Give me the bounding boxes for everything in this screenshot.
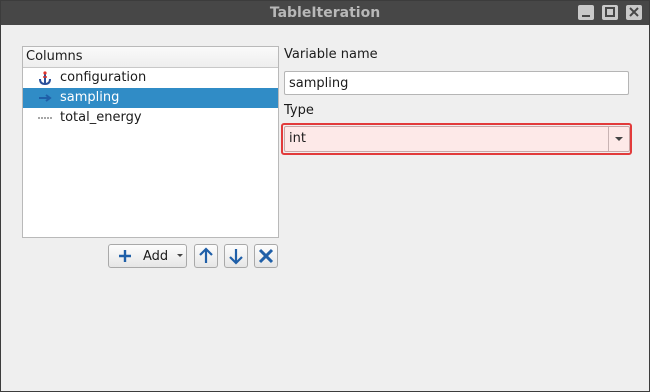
remove-x-icon	[258, 248, 274, 264]
move-down-button[interactable]	[224, 244, 248, 268]
title-bar[interactable]: TableIteration	[1, 1, 649, 25]
dialog-window: TableIteration Columns configuration sam…	[0, 0, 650, 392]
column-item-sampling[interactable]: sampling	[23, 88, 278, 108]
dropdown-divider	[608, 127, 609, 151]
column-item-label: total_energy	[60, 110, 142, 125]
anchor-icon	[37, 71, 53, 86]
close-icon[interactable]	[626, 5, 642, 20]
variable-name-input[interactable]	[284, 71, 629, 95]
arrow-right-icon	[37, 91, 53, 105]
dotted-line-icon	[37, 111, 53, 125]
column-item-configuration[interactable]: configuration	[23, 68, 278, 88]
variable-name-label: Variable name	[284, 47, 378, 62]
minimize-icon[interactable]	[578, 5, 594, 20]
add-button[interactable]: Add	[108, 244, 187, 268]
arrow-down-icon	[229, 249, 243, 265]
chevron-down-icon[interactable]	[614, 136, 624, 142]
arrow-up-icon	[199, 247, 213, 263]
type-label: Type	[284, 103, 314, 118]
column-item-total-energy[interactable]: total_energy	[23, 108, 278, 128]
columns-header: Columns	[23, 47, 278, 68]
type-dropdown-value: int	[289, 131, 306, 146]
columns-list[interactable]: Columns configuration sampling total_ene…	[22, 46, 279, 238]
maximize-icon[interactable]	[602, 5, 618, 20]
window-title: TableIteration	[269, 5, 381, 21]
move-up-button[interactable]	[194, 244, 218, 268]
add-button-label: Add	[143, 249, 169, 264]
column-item-label: configuration	[60, 70, 147, 85]
column-item-label: sampling	[60, 90, 120, 105]
remove-button[interactable]	[254, 244, 278, 268]
type-dropdown[interactable]: int	[284, 126, 630, 152]
